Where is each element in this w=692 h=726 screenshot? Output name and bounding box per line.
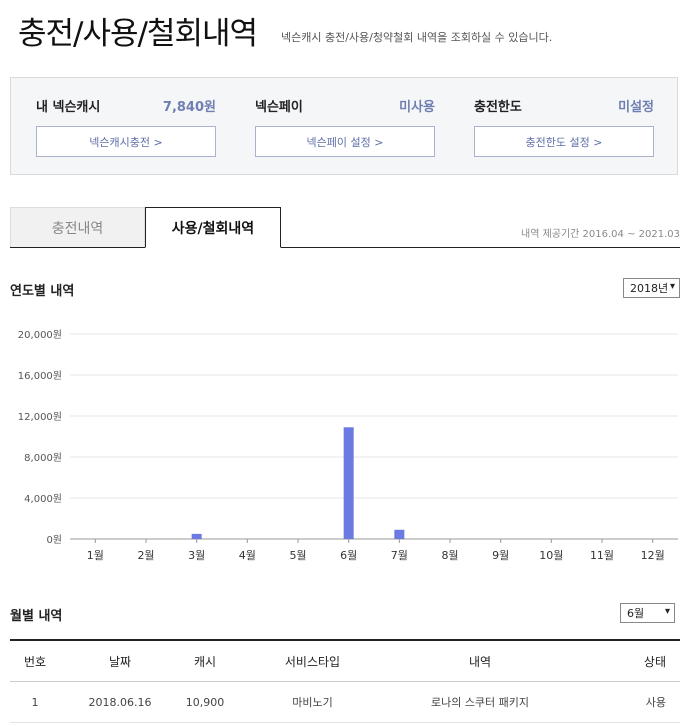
tab-charge-history[interactable]: 충전내역 xyxy=(10,207,145,247)
monthly-section-title: 월별 내역 xyxy=(10,609,63,624)
month-select[interactable]: 6월 ▾ xyxy=(620,603,675,623)
nexon-pay-status: 미사용 xyxy=(399,100,435,115)
column-header-number: 번호 xyxy=(10,639,60,682)
x-tick-label: 6월 xyxy=(340,549,357,562)
x-tick-label: 9월 xyxy=(492,549,509,562)
charge-limit-label: 충전한도 xyxy=(474,100,522,115)
nexon-cash-label: 내 넥슨캐시 xyxy=(36,100,101,115)
chart-bar xyxy=(343,427,354,539)
cell-date: 2018.06.16 xyxy=(60,681,180,723)
cell-service-type: 마비노기 xyxy=(230,681,395,723)
cell-status: 사용 xyxy=(565,681,680,723)
chart-bar xyxy=(394,529,405,539)
y-tick-label: 0원 xyxy=(46,534,62,546)
column-header-cash: 캐시 xyxy=(180,639,230,682)
chevron-down-icon: ▾ xyxy=(664,606,670,617)
x-tick-label: 4월 xyxy=(239,549,256,562)
x-tick-label: 5월 xyxy=(289,549,306,562)
table-row: 1 2018.06.16 10,900 마비노기 로나의 스쿠터 패키지 사용 xyxy=(10,681,680,723)
monthly-records-table: 번호 날짜 캐시 서비스타입 내역 상태 1 2018.06.16 10,900… xyxy=(10,639,680,723)
year-select-value: 2018년 xyxy=(630,282,669,295)
column-header-date: 날짜 xyxy=(60,639,180,682)
x-tick-label: 2월 xyxy=(137,549,154,562)
column-header-details: 내역 xyxy=(395,639,565,682)
x-tick-label: 11월 xyxy=(590,549,614,562)
nexon-cash-balance: 7,840원 xyxy=(162,100,216,115)
x-tick-label: 7월 xyxy=(391,549,408,562)
yearly-section-title: 연도별 내역 xyxy=(10,284,75,299)
page-title: 충전/사용/철회내역 xyxy=(18,16,258,52)
table-header-row: 번호 날짜 캐시 서비스타입 내역 상태 xyxy=(10,639,680,682)
nexon-pay-label: 넥슨페이 xyxy=(255,100,303,115)
y-tick-label: 4,000원 xyxy=(24,493,62,505)
x-tick-label: 10월 xyxy=(539,549,563,562)
page-description: 넥슨캐시 충전/사용/청약철회 내역을 조회하실 수 있습니다. xyxy=(281,31,553,44)
y-tick-label: 8,000원 xyxy=(24,452,62,464)
column-header-service-type: 서비스타입 xyxy=(230,639,395,682)
account-summary-panel: 내 넥슨캐시 7,840원 넥슨캐시충전 > 넥슨페이 미사용 넥슨페이 설정 … xyxy=(10,77,678,175)
chart-bar xyxy=(191,533,202,539)
history-period-note: 내역 제공기간 2016.04 ~ 2021.03 xyxy=(521,229,680,240)
cell-details: 로나의 스쿠터 패키지 xyxy=(395,681,565,723)
charge-limit-status: 미설정 xyxy=(618,100,654,115)
y-tick-label: 20,000원 xyxy=(18,329,62,341)
x-tick-label: 1월 xyxy=(87,549,104,562)
chevron-down-icon: ▾ xyxy=(669,281,675,292)
charge-limit-settings-button[interactable]: 충전한도 설정 > xyxy=(474,126,654,157)
cell-number: 1 xyxy=(10,681,60,723)
y-tick-label: 16,000원 xyxy=(18,370,62,382)
month-select-value: 6월 xyxy=(627,607,645,620)
x-tick-label: 12월 xyxy=(641,549,665,562)
y-tick-label: 12,000원 xyxy=(18,411,62,423)
x-tick-label: 8월 xyxy=(441,549,458,562)
charge-cash-button[interactable]: 넥슨캐시충전 > xyxy=(36,126,216,157)
year-select[interactable]: 2018년 ▾ xyxy=(623,278,680,298)
x-tick-label: 3월 xyxy=(188,549,205,562)
nexon-pay-settings-button[interactable]: 넥슨페이 설정 > xyxy=(255,126,435,157)
monthly-usage-chart: 0원 4,000원 8,000원 12,000원 16,000원 20,000원 1월 2월 3… xyxy=(18,329,678,562)
tab-usage-withdrawal-history[interactable]: 사용/철회내역 xyxy=(145,207,281,248)
column-header-status: 상태 xyxy=(565,639,680,682)
cell-cash: 10,900 xyxy=(180,681,230,723)
